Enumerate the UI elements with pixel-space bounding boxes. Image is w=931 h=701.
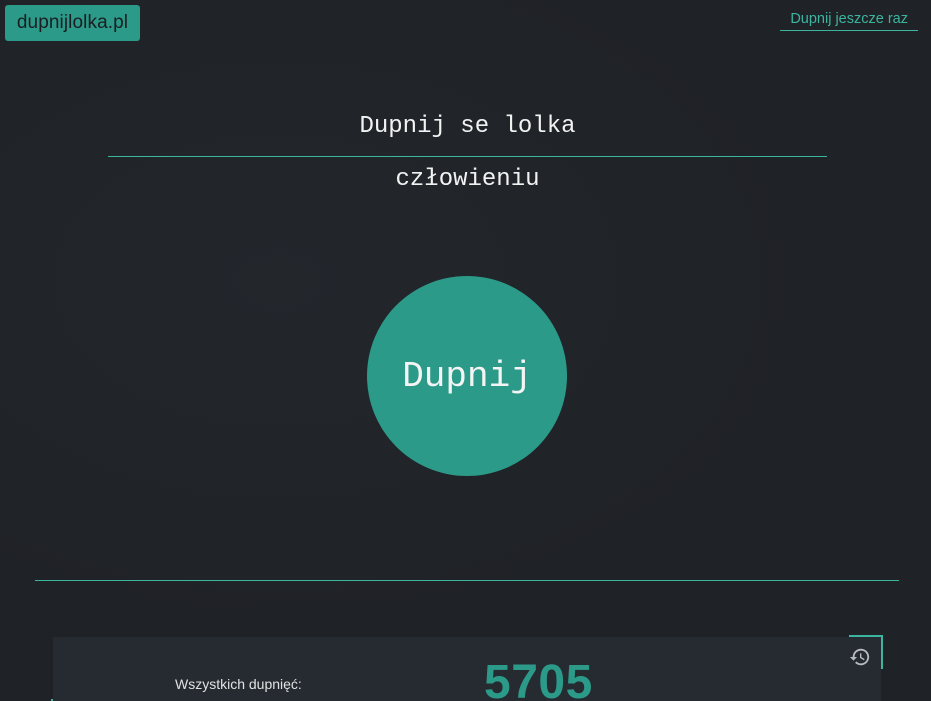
subline: człowieniu [395, 166, 540, 193]
page: dupnijlolka.pl Dupnij jeszcze raz Dupnij… [0, 0, 931, 701]
headline-divider [108, 156, 827, 157]
site-logo[interactable]: dupnijlolka.pl [5, 5, 140, 41]
history-icon[interactable] [849, 646, 871, 668]
total-dupniec-count: 5705 [484, 656, 593, 701]
dupnij-again-link[interactable]: Dupnij jeszcze raz [780, 11, 918, 31]
dupnij-button[interactable]: Dupnij [367, 276, 567, 476]
dupnij-button-label: Dupnij [402, 355, 532, 397]
stats-panel: Wszystkich dupnięć: 5705 [51, 635, 883, 701]
headline: Dupnij se lolka [359, 113, 576, 140]
section-divider [35, 580, 899, 581]
total-dupniec-label: Wszystkich dupnięć: [175, 676, 302, 692]
